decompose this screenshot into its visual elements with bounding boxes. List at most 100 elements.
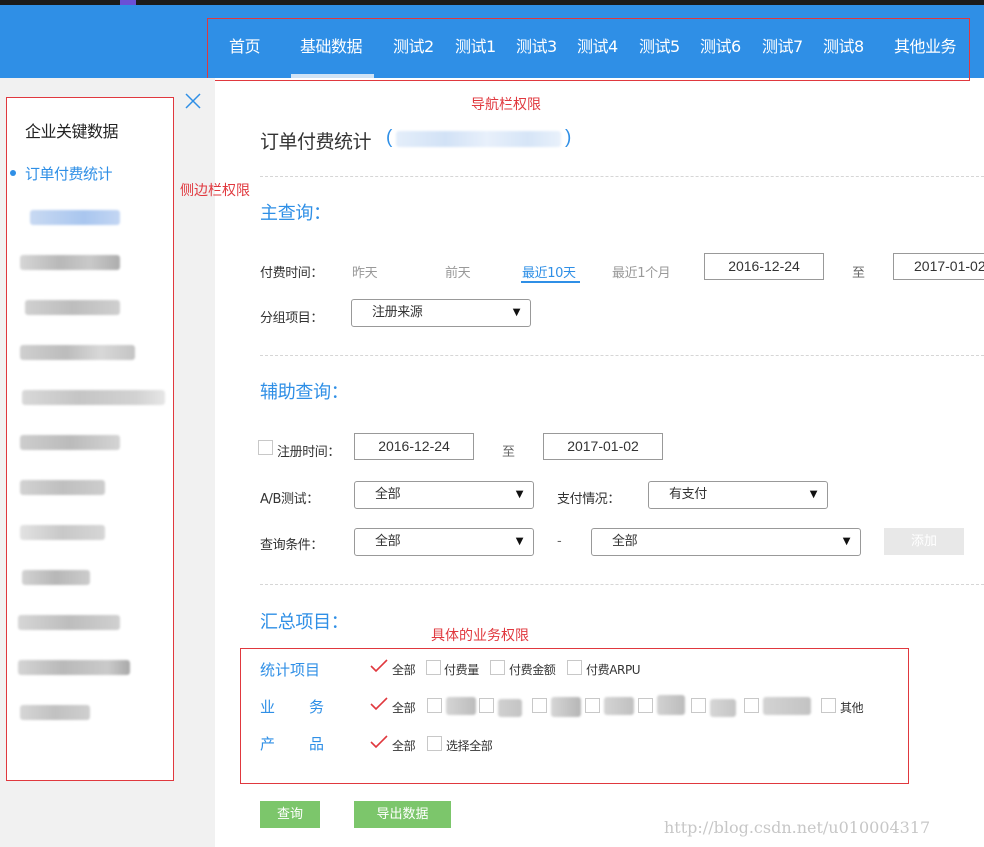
pay-time-label: 付费时间： (260, 266, 324, 281)
ab-test-label: A/B测试： (260, 492, 319, 507)
checkmark-icon[interactable] (370, 659, 388, 673)
add-condition-button[interactable]: 添加 (884, 528, 964, 555)
divider (260, 584, 984, 585)
sidebar-item-blurred[interactable] (22, 390, 165, 405)
business-checkbox[interactable] (479, 698, 494, 713)
business-checkbox[interactable] (638, 698, 653, 713)
title-subtitle-blurred (396, 131, 561, 147)
nav-test7[interactable]: 测试7 (762, 33, 803, 57)
nav-home[interactable]: 首页 (229, 33, 261, 57)
active-range-underline (521, 281, 580, 283)
group-select-value: 注册来源 (372, 305, 423, 320)
reg-end-date-input[interactable]: 2017-01-02 (543, 433, 663, 460)
title-paren-open: ( (386, 127, 393, 148)
business-checkbox[interactable] (691, 698, 706, 713)
title-paren-close: ) (565, 127, 572, 148)
stat-items-label: 统计项目 (260, 661, 321, 679)
sidebar-annotation-label: 侧边栏权限 (180, 183, 250, 199)
nav-test6[interactable]: 测试6 (700, 33, 741, 57)
stat-all-label: 全部 (392, 663, 416, 677)
query-cond-label: 查询条件： (260, 538, 324, 553)
product-select-all-label: 选择全部 (446, 739, 493, 753)
sidebar-item-blurred[interactable] (20, 435, 120, 450)
stat-count-label: 付费量 (444, 663, 479, 677)
stat-arpu-label: 付费ARPU (586, 663, 641, 677)
export-button[interactable]: 导出数据 (354, 801, 451, 828)
business-checkbox[interactable] (585, 698, 600, 713)
sidebar-item-blurred[interactable] (20, 345, 135, 360)
nav-test8[interactable]: 测试8 (823, 33, 864, 57)
cond-value-select[interactable]: 全部 ▼ (591, 528, 861, 556)
product-all-label: 全部 (392, 739, 416, 753)
ab-test-select[interactable]: 全部 ▼ (354, 481, 534, 509)
product-label-1: 产 (260, 735, 276, 753)
business-label-1: 业 (260, 698, 276, 716)
divider (260, 355, 984, 356)
sidebar-item-blurred[interactable] (18, 660, 130, 675)
pay-start-date-input[interactable]: 2016-12-24 (704, 253, 824, 280)
stat-amount-checkbox[interactable] (490, 660, 505, 675)
checkmark-icon[interactable] (370, 735, 388, 749)
nav-test2[interactable]: 测试2 (393, 33, 434, 57)
cond-field-select[interactable]: 全部 ▼ (354, 528, 534, 556)
stat-count-checkbox[interactable] (426, 660, 441, 675)
business-option-blurred (498, 699, 522, 717)
sidebar-item-blurred[interactable] (20, 705, 90, 720)
nav-test3[interactable]: 测试3 (516, 33, 557, 57)
business-checkbox[interactable] (744, 698, 759, 713)
chevron-down-icon: ▼ (515, 536, 524, 547)
business-option-blurred (657, 695, 685, 715)
range-day-before[interactable]: 前天 (445, 262, 471, 281)
pay-status-select[interactable]: 有支付 ▼ (648, 481, 828, 509)
business-other-checkbox[interactable] (821, 698, 836, 713)
close-icon[interactable] (184, 92, 202, 110)
pay-end-date-input[interactable]: 2017-01-02 (893, 253, 984, 280)
cond-value-select-value: 全部 (612, 534, 638, 549)
nav-test5[interactable]: 测试5 (639, 33, 680, 57)
business-option-blurred (551, 697, 581, 717)
sidebar-item-blurred[interactable] (25, 300, 120, 315)
business-annotation-label: 具体的业务权限 (431, 628, 529, 644)
sidebar-item-blurred[interactable] (22, 570, 90, 585)
nav-test1[interactable]: 测试1 (455, 33, 496, 57)
checkmark-icon[interactable] (370, 697, 388, 711)
divider (260, 176, 984, 177)
pay-date-to-label: 至 (852, 266, 865, 281)
page-title: 订单付费统计 (260, 131, 372, 153)
pay-status-label: 支付情况： (557, 492, 621, 507)
reg-start-date-input[interactable]: 2016-12-24 (354, 433, 474, 460)
top-navbar: 首页 基础数据 测试2 测试1 测试3 测试4 测试5 测试6 测试7 测试8 … (0, 5, 984, 78)
query-button[interactable]: 查询 (260, 801, 320, 828)
sidebar-item-order-payment[interactable]: 订单付费统计 (25, 163, 113, 184)
stat-arpu-checkbox[interactable] (567, 660, 582, 675)
reg-time-label: 注册时间： (277, 445, 341, 460)
product-select-all-checkbox[interactable] (427, 736, 442, 751)
pay-status-select-value: 有支付 (669, 487, 707, 502)
sidebar-item-blurred[interactable] (20, 255, 120, 270)
range-yesterday[interactable]: 昨天 (352, 262, 378, 281)
reg-time-checkbox[interactable] (258, 440, 273, 455)
group-select[interactable]: 注册来源 ▼ (351, 299, 531, 327)
summary-title: 汇总项目： (260, 612, 349, 633)
stat-amount-label: 付费金额 (509, 663, 556, 677)
watermark: http://blog.csdn.net/u010004317 (664, 818, 931, 837)
chevron-down-icon: ▼ (842, 536, 851, 547)
sidebar-item-blurred[interactable] (30, 210, 120, 225)
business-option-blurred (604, 697, 634, 715)
nav-other-business[interactable]: 其他业务 (894, 33, 957, 57)
business-option-blurred (763, 697, 811, 715)
sidebar-item-blurred[interactable] (20, 525, 105, 540)
ab-test-select-value: 全部 (375, 487, 401, 502)
sidebar-item-blurred[interactable] (18, 615, 120, 630)
range-last-10-days[interactable]: 最近10天 (522, 262, 576, 281)
business-checkbox[interactable] (532, 698, 547, 713)
business-checkbox[interactable] (427, 698, 442, 713)
business-option-blurred (446, 697, 476, 715)
sidebar-item-blurred[interactable] (20, 480, 105, 495)
business-other-label: 其他 (840, 701, 864, 715)
chevron-down-icon: ▼ (512, 307, 521, 318)
nav-annotation-label: 导航栏权限 (471, 97, 541, 113)
nav-test4[interactable]: 测试4 (577, 33, 618, 57)
range-last-month[interactable]: 最近1个月 (612, 262, 671, 281)
nav-basic-data[interactable]: 基础数据 (300, 33, 363, 57)
